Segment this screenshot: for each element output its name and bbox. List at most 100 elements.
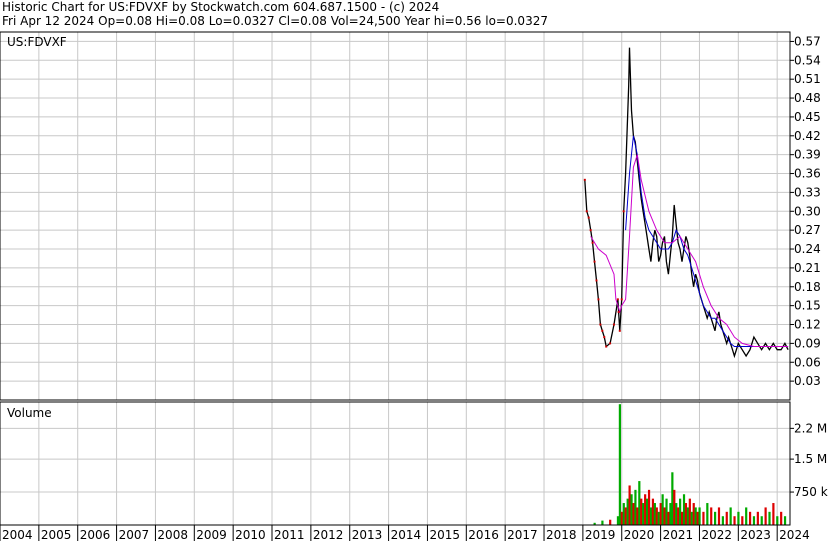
price-y-tick-label: 0.48 xyxy=(794,91,821,105)
stock-chart: 0.57 0.54 0.51 0.48 0.45 0.42 0.39 0.36 0.33 0.30… xyxy=(0,31,828,542)
volume-bar xyxy=(677,507,680,525)
price-y-tick-label: 0.18 xyxy=(794,280,821,294)
volume-bar xyxy=(776,516,779,525)
volume-bar xyxy=(745,507,748,525)
volume-bar xyxy=(706,503,709,525)
volume-bar xyxy=(752,516,756,525)
x-axis-label: 2024 xyxy=(779,528,810,542)
x-axis-label: 2017 xyxy=(507,528,538,542)
volume-bar xyxy=(634,489,637,525)
volume-bar xyxy=(632,503,635,525)
x-axis-label: 2009 xyxy=(196,528,227,542)
sparse-trade-mark xyxy=(595,279,598,282)
volume-bar xyxy=(702,511,705,525)
volume-bar xyxy=(628,485,631,525)
volume-bar xyxy=(696,511,699,525)
x-axis-labels: 2004 2005 2006 2007 2008 2009 2010 2011 2012 2013… xyxy=(0,524,810,542)
volume-bar xyxy=(651,498,655,525)
sparse-trade-mark xyxy=(622,210,625,213)
sparse-trade-mark xyxy=(618,329,621,332)
volume-bar xyxy=(684,503,688,525)
volume-bar xyxy=(764,507,767,525)
volume-bar xyxy=(694,507,697,525)
x-axis-label: 2019 xyxy=(585,528,616,542)
price-y-tick-label: 0.45 xyxy=(794,110,821,124)
volume-bar xyxy=(756,511,759,525)
volume-bar xyxy=(737,511,740,525)
volume-bar xyxy=(729,507,732,525)
x-axis-label: 2004 xyxy=(2,528,33,542)
x-axis-label: 2020 xyxy=(624,528,655,542)
volume-bar xyxy=(618,404,621,525)
price-y-tick-label: 0.54 xyxy=(794,53,821,67)
volume-bar xyxy=(663,507,666,525)
volume-bar xyxy=(733,516,736,525)
volume-bar xyxy=(783,516,787,525)
price-y-tick-label: 0.21 xyxy=(794,261,821,275)
volume-bar xyxy=(772,503,775,525)
price-panel-frame xyxy=(0,31,791,401)
volume-bar xyxy=(714,511,717,525)
price-y-tick-label: 0.51 xyxy=(794,72,821,86)
volume-bar xyxy=(688,498,691,525)
volume-bar xyxy=(710,507,713,525)
sparse-trade-mark xyxy=(591,241,594,244)
volume-bar xyxy=(616,516,620,525)
volume-bar xyxy=(657,511,660,525)
x-axis-label: 2014 xyxy=(391,528,422,542)
volume-bar xyxy=(645,498,649,525)
volume-label: Volume xyxy=(7,406,52,420)
sparse-trade-mark xyxy=(605,345,608,348)
price-y-tick-label: 0.24 xyxy=(794,242,821,256)
price-y-tick-label: 0.39 xyxy=(794,148,821,162)
volume-bar xyxy=(653,503,656,525)
volume-bar xyxy=(682,494,686,525)
x-axis-label: 2023 xyxy=(740,528,771,542)
volume-bar xyxy=(717,507,721,525)
volume-bar xyxy=(620,511,623,525)
sparse-trade-mark xyxy=(603,336,606,339)
volume-bar xyxy=(725,511,728,525)
price-y-tick-label: 0.03 xyxy=(794,374,821,388)
volume-bar xyxy=(698,507,701,525)
price-y-tick-label: 0.15 xyxy=(794,299,821,313)
volume-bar xyxy=(748,511,752,525)
price-grid xyxy=(0,32,790,400)
volume-y-ticks: 2.2 M 1.5 M 750 k xyxy=(790,421,828,499)
x-axis-label: 2006 xyxy=(80,528,111,542)
volume-bar xyxy=(655,507,658,525)
price-y-tick-label: 0.36 xyxy=(794,167,821,181)
volume-bar xyxy=(659,503,662,525)
volume-bar xyxy=(647,489,651,525)
x-axis-label: 2015 xyxy=(429,528,460,542)
volume-bar xyxy=(760,516,763,525)
x-axis-label: 2010 xyxy=(235,528,266,542)
x-axis-label: 2013 xyxy=(352,528,383,542)
volume-bar xyxy=(601,520,604,525)
volume-bar xyxy=(721,516,724,525)
x-axis-label: 2018 xyxy=(546,528,577,542)
volume-bar xyxy=(669,503,672,525)
price-y-tick-label: 0.30 xyxy=(794,204,821,218)
x-axis-label: 2016 xyxy=(468,528,499,542)
price-y-tick-label: 0.27 xyxy=(794,223,821,237)
volume-bar xyxy=(673,489,676,525)
price-series xyxy=(583,47,789,359)
sparse-trade-mark xyxy=(583,178,586,181)
sparse-trade-mark xyxy=(587,216,590,219)
volume-bar xyxy=(686,507,690,525)
volume-bar xyxy=(692,503,695,525)
sparse-trade-mark xyxy=(593,260,596,263)
volume-bar xyxy=(667,511,670,525)
volume-bar xyxy=(640,498,643,525)
volume-bar xyxy=(609,519,612,525)
x-axis-label: 2005 xyxy=(41,528,72,542)
price-y-tick-label: 0.12 xyxy=(794,318,821,332)
x-axis-label: 2021 xyxy=(663,528,694,542)
volume-bar xyxy=(636,507,639,525)
volume-bar xyxy=(649,507,653,525)
volume-bar xyxy=(630,494,633,525)
volume-bar xyxy=(642,503,645,525)
x-axis-label: 2007 xyxy=(119,528,150,542)
price-y-tick-label: 0.06 xyxy=(794,355,821,369)
